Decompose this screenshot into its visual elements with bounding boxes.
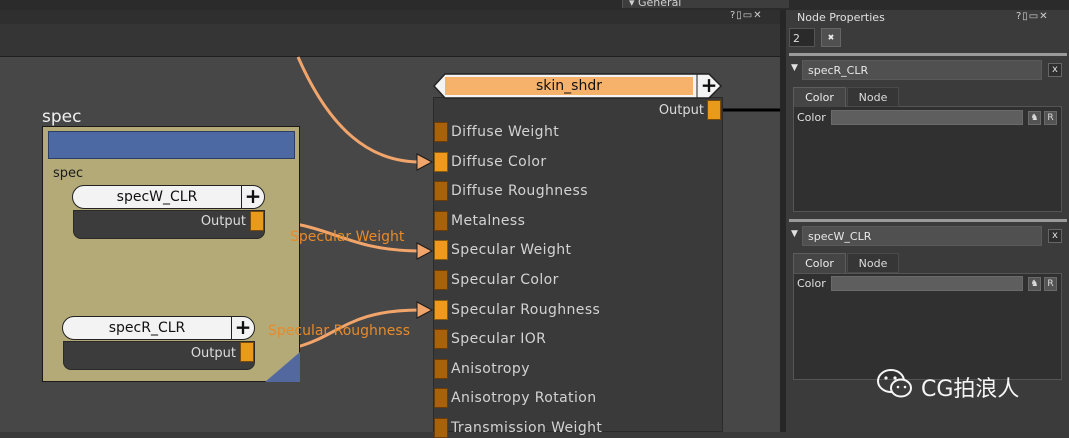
- shader-input-port[interactable]: [434, 122, 448, 142]
- reset-button[interactable]: R: [1044, 277, 1057, 291]
- node-specR-expand-button[interactable]: +: [231, 316, 255, 340]
- reset-button[interactable]: R: [1044, 111, 1057, 125]
- node-skin-shdr-output-label: Output: [658, 103, 704, 118]
- color-field[interactable]: [831, 110, 1023, 125]
- wechat-icon: [877, 369, 912, 398]
- shader-input-label: Metalness: [451, 212, 526, 229]
- shader-input-port[interactable]: [434, 418, 448, 438]
- node-specW-output-label: Output: [200, 214, 246, 229]
- properties-window-buttons[interactable]: ?▯▭✕: [1016, 11, 1049, 22]
- shader-input-label: Diffuse Color: [451, 153, 547, 170]
- node-skin-shdr-expand-button[interactable]: +: [697, 73, 721, 99]
- properties-count-field[interactable]: 2: [789, 28, 815, 47]
- node-skin-shdr-title: skin_shdr: [536, 78, 602, 94]
- section-close-button[interactable]: x: [1048, 63, 1062, 77]
- node-specR-output-port[interactable]: [240, 342, 254, 362]
- tab-color[interactable]: Color: [793, 87, 846, 107]
- shader-input-label: Specular Roughness: [451, 301, 601, 318]
- collapse-arrow-icon[interactable]: ▼: [791, 229, 798, 239]
- backdrop-title: spec: [42, 107, 82, 127]
- shader-input-port[interactable]: [434, 240, 448, 261]
- section-separator: [789, 219, 1067, 222]
- shader-input-port[interactable]: [434, 329, 448, 350]
- node-specW-header[interactable]: specW_CLR: [72, 185, 242, 209]
- tab-color[interactable]: Color: [793, 253, 846, 273]
- wire-label-specular-roughness: Specular Roughness: [268, 323, 411, 339]
- backdrop-header-bar[interactable]: [48, 131, 295, 159]
- node-specW-output-port[interactable]: [250, 211, 264, 231]
- shader-input-label: Diffuse Weight: [451, 124, 560, 140]
- shader-input-label: Specular Weight: [451, 242, 572, 259]
- node-specR-output-label: Output: [190, 346, 236, 361]
- tab-node[interactable]: Node: [847, 253, 899, 273]
- shader-input-label: Anisotropy Rotation: [451, 390, 597, 407]
- section-close-button[interactable]: x: [1048, 229, 1062, 243]
- section-separator: [789, 53, 1067, 56]
- wire-diffuse-color: [296, 56, 421, 164]
- shader-input-label: Transmission Weight: [451, 420, 603, 436]
- shader-input-port[interactable]: [434, 210, 448, 231]
- shader-input-label: Anisotropy: [451, 360, 530, 377]
- section-name-field[interactable]: specW_CLR: [802, 226, 1042, 246]
- shader-input-port[interactable]: [434, 299, 448, 320]
- shader-input-port[interactable]: [434, 388, 448, 409]
- wire-diffuse-color-arrow: [416, 153, 434, 171]
- properties-clear-button[interactable]: ✖: [821, 28, 841, 47]
- section-name-field[interactable]: specR_CLR: [802, 60, 1042, 80]
- shader-input-label: Diffuse Roughness: [451, 183, 588, 200]
- shader-input-label: Specular Color: [451, 272, 559, 288]
- color-label: Color: [797, 111, 826, 124]
- shader-input-port[interactable]: [434, 270, 448, 290]
- backdrop-resize-handle[interactable]: [265, 352, 300, 382]
- color-picker-button[interactable]: ♞: [1028, 111, 1041, 125]
- node-skin-shdr-output-port[interactable]: [707, 100, 721, 120]
- color-picker-button[interactable]: ♞: [1028, 277, 1041, 291]
- shader-input-port[interactable]: [434, 181, 448, 202]
- collapse-arrow-icon[interactable]: ▼: [791, 63, 798, 73]
- wire-specular-weight-arrow: [416, 242, 434, 260]
- watermark-text: CG拍浪人: [921, 377, 1020, 402]
- shader-input-label: Specular IOR: [451, 331, 547, 348]
- backdrop-label: spec: [53, 166, 84, 181]
- color-field[interactable]: [831, 276, 1023, 291]
- node-skin-shdr-body[interactable]: [433, 97, 723, 432]
- node-specR-header[interactable]: specR_CLR: [62, 316, 232, 340]
- wire-specular-roughness-arrow: [416, 301, 434, 319]
- shader-input-port[interactable]: [434, 358, 448, 379]
- wire-label-specular-weight: Specular Weight: [290, 229, 405, 245]
- shader-input-port[interactable]: [434, 151, 448, 172]
- node-properties-title: Node Properties: [797, 11, 885, 24]
- color-label: Color: [797, 277, 826, 290]
- tab-node[interactable]: Node: [847, 87, 899, 107]
- node-specW-expand-button[interactable]: +: [241, 185, 265, 209]
